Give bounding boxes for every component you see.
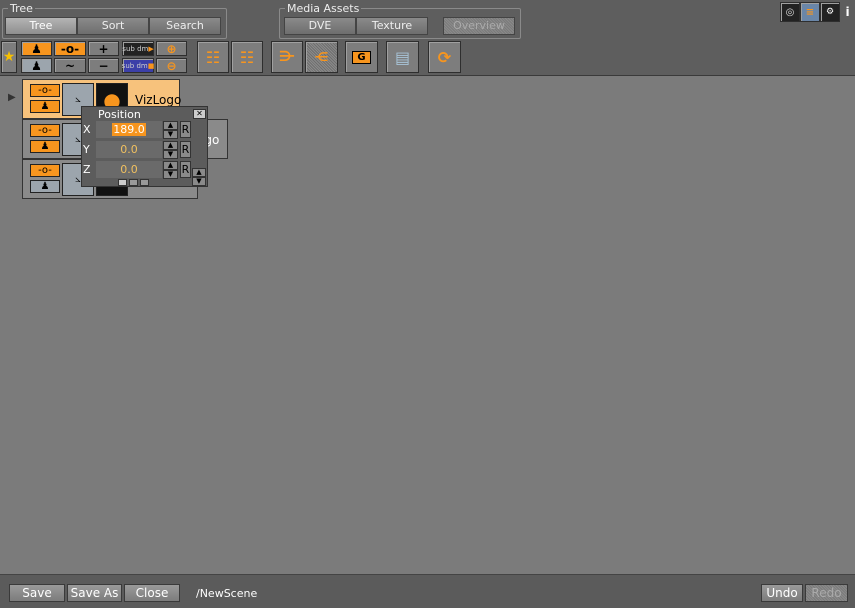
close-icon[interactable]: ✕: [193, 109, 206, 119]
tab-dve[interactable]: DVE: [284, 17, 356, 35]
group-merge-icon[interactable]: ⋺: [271, 41, 303, 73]
y-decrement-icon[interactable]: ▼: [163, 150, 178, 159]
x-reset-button[interactable]: R: [180, 121, 191, 138]
z-label: Z: [83, 163, 91, 176]
person-icon[interactable]: ♟: [30, 180, 60, 193]
save-as-button[interactable]: Save As: [67, 584, 122, 602]
sub-label: sub: [122, 44, 135, 53]
y-label: Y: [83, 143, 90, 156]
expand-arrow-icon[interactable]: ▶: [8, 92, 16, 103]
z-increment-icon[interactable]: ▲: [163, 161, 178, 170]
dm-label: dm: [137, 44, 149, 53]
y-increment-icon[interactable]: ▲: [163, 141, 178, 150]
x-increment-icon[interactable]: ▲: [163, 121, 178, 130]
favorite-star-button[interactable]: ★: [1, 41, 17, 73]
scroll-down-icon[interactable]: ▼: [192, 177, 206, 186]
x-field[interactable]: 189.0: [96, 121, 162, 138]
tree-group-label: Tree: [8, 2, 35, 15]
page-dot-1[interactable]: [118, 179, 127, 186]
x-decrement-icon[interactable]: ▼: [163, 130, 178, 139]
y-reset-button[interactable]: R: [180, 141, 191, 158]
sub-dm-play-button[interactable]: sub dm ▶: [122, 41, 154, 56]
dm-label: dm: [136, 61, 148, 70]
undo-button[interactable]: Undo: [761, 584, 803, 602]
collapse-tree-icon[interactable]: ☷: [231, 41, 263, 73]
tab-overview[interactable]: Overview: [443, 17, 515, 35]
info-icon[interactable]: i: [840, 2, 855, 22]
y-field[interactable]: 0.0: [96, 141, 162, 158]
x-value: 189.0: [112, 123, 146, 136]
tab-search[interactable]: Search: [149, 17, 221, 35]
add-button[interactable]: +: [88, 41, 119, 56]
settings-gear-icon[interactable]: ⚙: [820, 2, 840, 22]
media-assets-label: Media Assets: [285, 2, 362, 15]
split-wave-button[interactable]: ~: [54, 58, 86, 73]
z-field[interactable]: 0.0: [96, 161, 162, 178]
tab-tree[interactable]: Tree: [5, 17, 77, 35]
tab-sort[interactable]: Sort: [77, 17, 149, 35]
scroll-up-icon[interactable]: ▲: [192, 168, 206, 177]
close-button[interactable]: Close: [124, 584, 180, 602]
remove-button[interactable]: −: [88, 58, 119, 73]
z-decrement-icon[interactable]: ▼: [163, 170, 178, 179]
position-panel: Position ✕ X Y Z 189.0 0.0 0.0 ▲ ▼ ▲ ▼ ▲…: [81, 106, 208, 187]
page-dot-3[interactable]: [140, 179, 149, 186]
geometry-person-button[interactable]: ♟: [21, 58, 52, 73]
layers-icon[interactable]: ▤: [386, 41, 419, 73]
zoom-in-icon[interactable]: ⊕: [156, 41, 187, 56]
z-reset-button[interactable]: R: [180, 161, 191, 178]
scene-path: /NewScene: [196, 587, 258, 600]
expand-tree-icon[interactable]: ☷: [197, 41, 229, 73]
x-label: X: [83, 123, 91, 136]
tab-texture[interactable]: Texture: [356, 17, 428, 35]
person-icon[interactable]: ♟: [30, 140, 60, 153]
page-dot-2[interactable]: [129, 179, 138, 186]
panel-title: Position: [98, 108, 141, 121]
sub-label: sub: [121, 61, 135, 70]
channel-g-button[interactable]: G: [345, 41, 378, 73]
sub-dm-stop-button[interactable]: sub dm ■: [122, 58, 154, 73]
merge-icon[interactable]: -o-: [30, 84, 60, 97]
save-button[interactable]: Save: [9, 584, 65, 602]
container-person-button[interactable]: ♟: [21, 41, 52, 56]
ungroup-icon[interactable]: ⋲: [305, 41, 338, 73]
layout-icon[interactable]: ≡: [800, 2, 820, 22]
redo-button[interactable]: Redo: [805, 584, 848, 602]
person-icon[interactable]: ♟: [30, 100, 60, 113]
merge-icon[interactable]: -o-: [30, 164, 60, 177]
render-icon[interactable]: ◎: [780, 2, 800, 22]
bottom-bar: Save Save As Close /NewScene Undo Redo: [0, 574, 855, 608]
merge-button[interactable]: -o-: [54, 41, 86, 56]
zoom-out-icon[interactable]: ⊖: [156, 58, 187, 73]
refresh-icon[interactable]: ⟳: [428, 41, 461, 73]
channel-g-label: G: [352, 50, 371, 64]
top-panel: Tree Tree Sort Search Media Assets DVE T…: [0, 0, 855, 76]
node-label: VizLogo: [135, 93, 182, 107]
merge-icon[interactable]: -o-: [30, 124, 60, 137]
